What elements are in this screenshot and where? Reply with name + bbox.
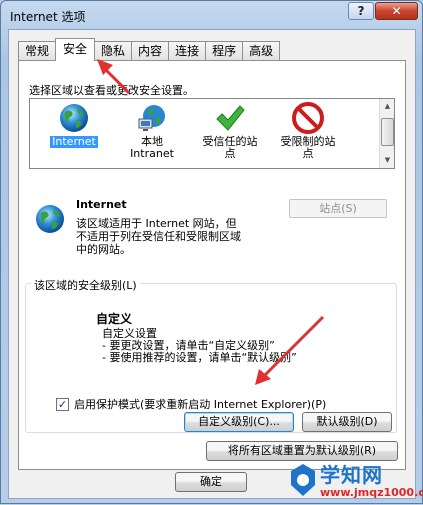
dialog-client: 常规 安全 隐私 内容 连接 程序 高级 选择区域以查看或更改安全设置。 Int… bbox=[8, 29, 416, 499]
zone-internet-label: Internet bbox=[49, 135, 99, 149]
zone-instruction: 选择区域以查看或更改安全设置。 bbox=[29, 84, 194, 97]
zone-description-line: 不适用于列在受信任和受限制区域 bbox=[76, 230, 241, 243]
security-tab-panel: 选择区域以查看或更改安全设置。 Internet 本地 Intranet 受信任… bbox=[18, 60, 406, 470]
tab-privacy[interactable]: 隐私 bbox=[94, 41, 133, 61]
title-bar[interactable]: Internet 选项 ? ✕ bbox=[1, 1, 422, 29]
protected-mode-option[interactable]: ✓ 启用保护模式(要求重新启动 Internet Explorer)(P) bbox=[56, 396, 326, 412]
tab-programs[interactable]: 程序 bbox=[205, 41, 244, 61]
close-button[interactable]: ✕ bbox=[375, 2, 418, 20]
tab-general[interactable]: 常规 bbox=[18, 41, 57, 61]
custom-level-button[interactable]: 自定义级别(C)... bbox=[184, 412, 294, 432]
selected-zone-globe-icon bbox=[34, 203, 66, 235]
security-level-label: 该区域的安全级别(L) bbox=[31, 277, 140, 293]
zone-internet[interactable]: Internet bbox=[38, 102, 110, 149]
protected-mode-label: 启用保护模式(要求重新启动 Internet Explorer)(P) bbox=[74, 398, 327, 411]
protected-mode-checkbox[interactable]: ✓ bbox=[56, 397, 69, 411]
zone-scrollbar[interactable]: ▲ ▼ bbox=[379, 99, 394, 168]
zone-description-line: 该区域适用于 Internet 网站，但 bbox=[76, 217, 237, 230]
zone-list[interactable]: Internet 本地 Intranet 受信任的站 点 受限制的站 点 ▲ ▼ bbox=[29, 98, 395, 169]
zone-local-intranet[interactable]: 本地 Intranet bbox=[116, 102, 188, 160]
zone-trusted-sites[interactable]: 受信任的站 点 bbox=[194, 102, 266, 160]
custom-level-title: 自定义 bbox=[96, 312, 133, 326]
internet-options-window: Internet 选项 ? ✕ 常规 安全 隐私 内容 连接 程序 高级 选择区… bbox=[0, 0, 423, 504]
ok-button[interactable]: 确定 bbox=[175, 472, 247, 492]
default-level-button[interactable]: 默认级别(D) bbox=[302, 412, 392, 432]
window-title: Internet 选项 bbox=[10, 10, 86, 24]
tab-strip: 常规 安全 隐私 内容 连接 程序 高级 bbox=[18, 38, 281, 61]
scroll-thumb[interactable] bbox=[381, 118, 394, 146]
zone-restricted-label-2: 点 bbox=[302, 147, 314, 160]
tab-advanced[interactable]: 高级 bbox=[242, 41, 281, 61]
watermark-url: www.jmqz1000.com bbox=[320, 486, 423, 499]
zone-trusted-label-2: 点 bbox=[224, 147, 236, 160]
intranet-icon bbox=[136, 102, 168, 134]
check-icon bbox=[214, 102, 246, 134]
zone-description: 该区域适用于 Internet 网站，但 不适用于列在受信任和受限制区域 中的网… bbox=[76, 217, 286, 256]
watermark-name: 学知网 bbox=[320, 463, 383, 487]
watermark: 学知网 www.jmqz1000.com bbox=[284, 456, 423, 505]
help-button[interactable]: ? bbox=[348, 2, 374, 20]
tab-content[interactable]: 内容 bbox=[131, 41, 170, 61]
custom-level-description: 自定义设置 - 要更改设置，请单击“自定义级别” - 要使用推荐的设置，请单击“… bbox=[102, 328, 297, 364]
zone-intranet-label-2: Intranet bbox=[130, 147, 174, 160]
selected-zone-name: Internet bbox=[76, 198, 127, 211]
zone-restricted-sites[interactable]: 受限制的站 点 bbox=[272, 102, 344, 160]
scroll-down-icon[interactable]: ▼ bbox=[381, 154, 394, 167]
tab-connections[interactable]: 连接 bbox=[168, 41, 207, 61]
globe-icon bbox=[58, 102, 90, 134]
sites-button[interactable]: 站点(S) bbox=[289, 199, 387, 218]
zone-description-line: 中的网站。 bbox=[76, 243, 131, 256]
security-level-group: 该区域的安全级别(L) 自定义 自定义设置 - 要更改设置，请单击“自定义级别”… bbox=[25, 277, 397, 433]
scroll-up-icon[interactable]: ▲ bbox=[381, 100, 394, 113]
watermark-logo-icon bbox=[291, 464, 315, 496]
no-entry-icon bbox=[292, 102, 324, 134]
custom-line: - 要使用推荐的设置，请单击“默认级别” bbox=[102, 351, 297, 364]
tab-security[interactable]: 安全 bbox=[55, 38, 96, 61]
